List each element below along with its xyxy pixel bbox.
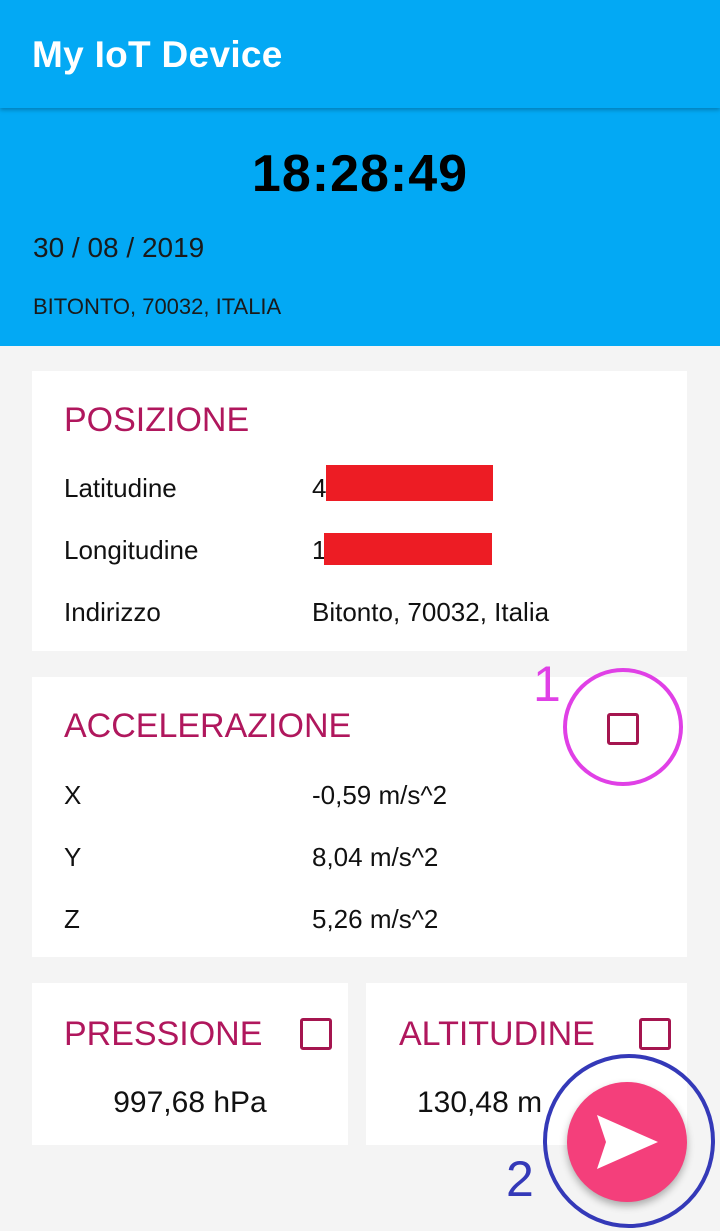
altitude-value: 130,48 m	[417, 1086, 543, 1119]
position-title: POSIZIONE	[64, 401, 250, 439]
altitude-title: ALTITUDINE	[399, 1015, 595, 1053]
latitude-label: Latitudine	[64, 473, 177, 503]
pressure-title: PRESSIONE	[64, 1015, 263, 1053]
accel-z-label: Z	[64, 904, 80, 934]
altitude-checkbox[interactable]	[639, 1018, 671, 1050]
annotation-circle-2	[543, 1054, 715, 1228]
longitude-label: Longitudine	[64, 535, 199, 565]
current-location: BITONTO, 70032, ITALIA	[33, 294, 282, 319]
accel-z-value: 5,26 m/s^2	[312, 904, 439, 934]
pressure-card: PRESSIONE 997,68 hPa	[32, 983, 348, 1145]
pressure-value: 997,68 hPa	[113, 1086, 267, 1119]
annotation-circle-1	[563, 668, 683, 786]
current-date: 30 / 08 / 2019	[33, 232, 205, 263]
pressure-checkbox[interactable]	[300, 1018, 332, 1050]
app-title: My IoT Device	[32, 34, 283, 75]
clock-time: 18:28:49	[251, 145, 469, 203]
address-label: Indirizzo	[64, 597, 161, 627]
accel-y-label: Y	[64, 842, 82, 872]
accel-x-label: X	[64, 780, 82, 810]
longitude-redaction	[324, 533, 492, 565]
annotation-number-1: 1	[533, 656, 561, 712]
latitude-redaction	[326, 465, 493, 501]
annotation-number-2: 2	[506, 1151, 534, 1207]
latitude-value: 4	[312, 473, 327, 503]
acceleration-title: ACCELERAZIONE	[64, 707, 352, 745]
accel-x-value: -0,59 m/s^2	[312, 780, 448, 810]
accel-y-value: 8,04 m/s^2	[312, 842, 439, 872]
address-value: Bitonto, 70032, Italia	[312, 597, 550, 627]
header-panel: 18:28:49 30 / 08 / 2019 BITONTO, 70032, …	[0, 108, 720, 346]
app-bar: My IoT Device	[0, 0, 720, 108]
position-card: POSIZIONE Latitudine 4 Longitudine 1 Ind…	[32, 371, 687, 651]
